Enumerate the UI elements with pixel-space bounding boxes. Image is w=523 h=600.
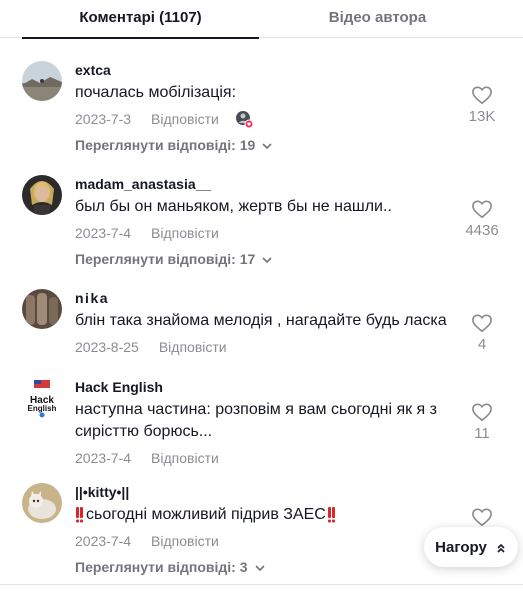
double-chevron-up-icon	[495, 541, 507, 553]
like-button[interactable]: 4	[462, 313, 502, 353]
reply-button[interactable]: Відповісти	[151, 448, 219, 468]
comment-username[interactable]: Hack English	[75, 378, 465, 396]
avatar[interactable]	[22, 175, 62, 215]
view-replies-button[interactable]: Переглянути відповіді: 3	[75, 559, 266, 575]
comment-item: madam_anastasia__ был бы он маньяком, же…	[22, 175, 502, 275]
exclamation-icon	[75, 507, 84, 523]
tabs-bar: Коментарі (1107) Відео автора	[0, 0, 523, 39]
view-replies-button[interactable]: Переглянути відповіді: 19	[75, 137, 273, 153]
reply-button[interactable]: Відповісти	[151, 109, 219, 129]
reply-button[interactable]: Відповісти	[151, 531, 219, 551]
svg-text:English: English	[28, 404, 57, 413]
comment-date: 2023-7-4	[75, 533, 132, 549]
comment-text: блін така знайома мелодія , нагадайте бу…	[75, 312, 447, 329]
comment-date: 2023-7-4	[75, 450, 132, 466]
comment-username[interactable]: madam_anastasia__	[75, 175, 465, 193]
comment-text: почалась мобілізація:	[75, 84, 237, 101]
comment-text: был бы он маньяком, жертв бы не нашли..	[75, 198, 392, 215]
heart-icon	[462, 507, 502, 527]
avatar[interactable]: Hack English	[22, 378, 62, 418]
avatar[interactable]	[22, 61, 62, 101]
exclamation-icon	[327, 507, 336, 523]
comment-username[interactable]: nika	[75, 289, 465, 307]
view-replies-label: Переглянути відповіді: 19	[75, 137, 256, 153]
view-replies-label: Переглянути відповіді: 3	[75, 559, 248, 575]
reply-button[interactable]: Відповісти	[151, 223, 219, 243]
divider	[0, 584, 523, 585]
heart-icon	[462, 402, 502, 422]
comment-username[interactable]: extca	[75, 61, 465, 79]
comment-date: 2023-7-4	[75, 225, 132, 241]
back-to-top-label: Нагору	[435, 538, 487, 556]
like-count: 4436	[465, 222, 499, 239]
comment-item: extca почалась мобілізація: 2023-7-3 Від…	[22, 61, 502, 161]
creator-liked-icon	[235, 110, 254, 129]
chevron-down-icon	[254, 561, 266, 573]
like-button[interactable]: 13K	[462, 85, 502, 125]
chevron-down-icon	[261, 139, 273, 151]
like-button[interactable]: 4436	[462, 199, 502, 239]
comment-date: 2023-8-25	[75, 339, 139, 355]
view-replies-button[interactable]: Переглянути відповіді: 17	[75, 251, 273, 267]
like-count: 4	[477, 336, 487, 353]
like-button[interactable]: 11	[462, 402, 502, 442]
like-count: 11	[474, 425, 490, 442]
comment-item: nika блін така знайома мелодія , нагадай…	[22, 289, 502, 359]
comment-date: 2023-7-3	[75, 111, 132, 127]
avatar[interactable]	[22, 289, 62, 329]
heart-icon	[462, 85, 502, 105]
view-replies-label: Переглянути відповіді: 17	[75, 251, 256, 267]
comment-item: Hack English Hack English наступна части…	[22, 378, 502, 468]
chevron-down-icon	[261, 253, 273, 265]
comment-username[interactable]: ||•kitty•||	[75, 483, 465, 501]
tab-author-videos[interactable]: Відео автора	[259, 0, 496, 38]
comment-text: сьогодні можливий підрив ЗАЕС	[86, 506, 326, 523]
heart-icon	[462, 313, 502, 333]
reply-button[interactable]: Відповісти	[159, 337, 227, 357]
like-button[interactable]	[462, 507, 502, 527]
like-count: 13K	[468, 108, 496, 125]
heart-icon	[462, 199, 502, 219]
back-to-top-button[interactable]: Нагору	[424, 527, 518, 567]
comment-text: наступна частина: розповім я вам сьогодн…	[75, 401, 437, 440]
tab-comments[interactable]: Коментарі (1107)	[22, 0, 259, 39]
avatar[interactable]	[22, 483, 62, 523]
